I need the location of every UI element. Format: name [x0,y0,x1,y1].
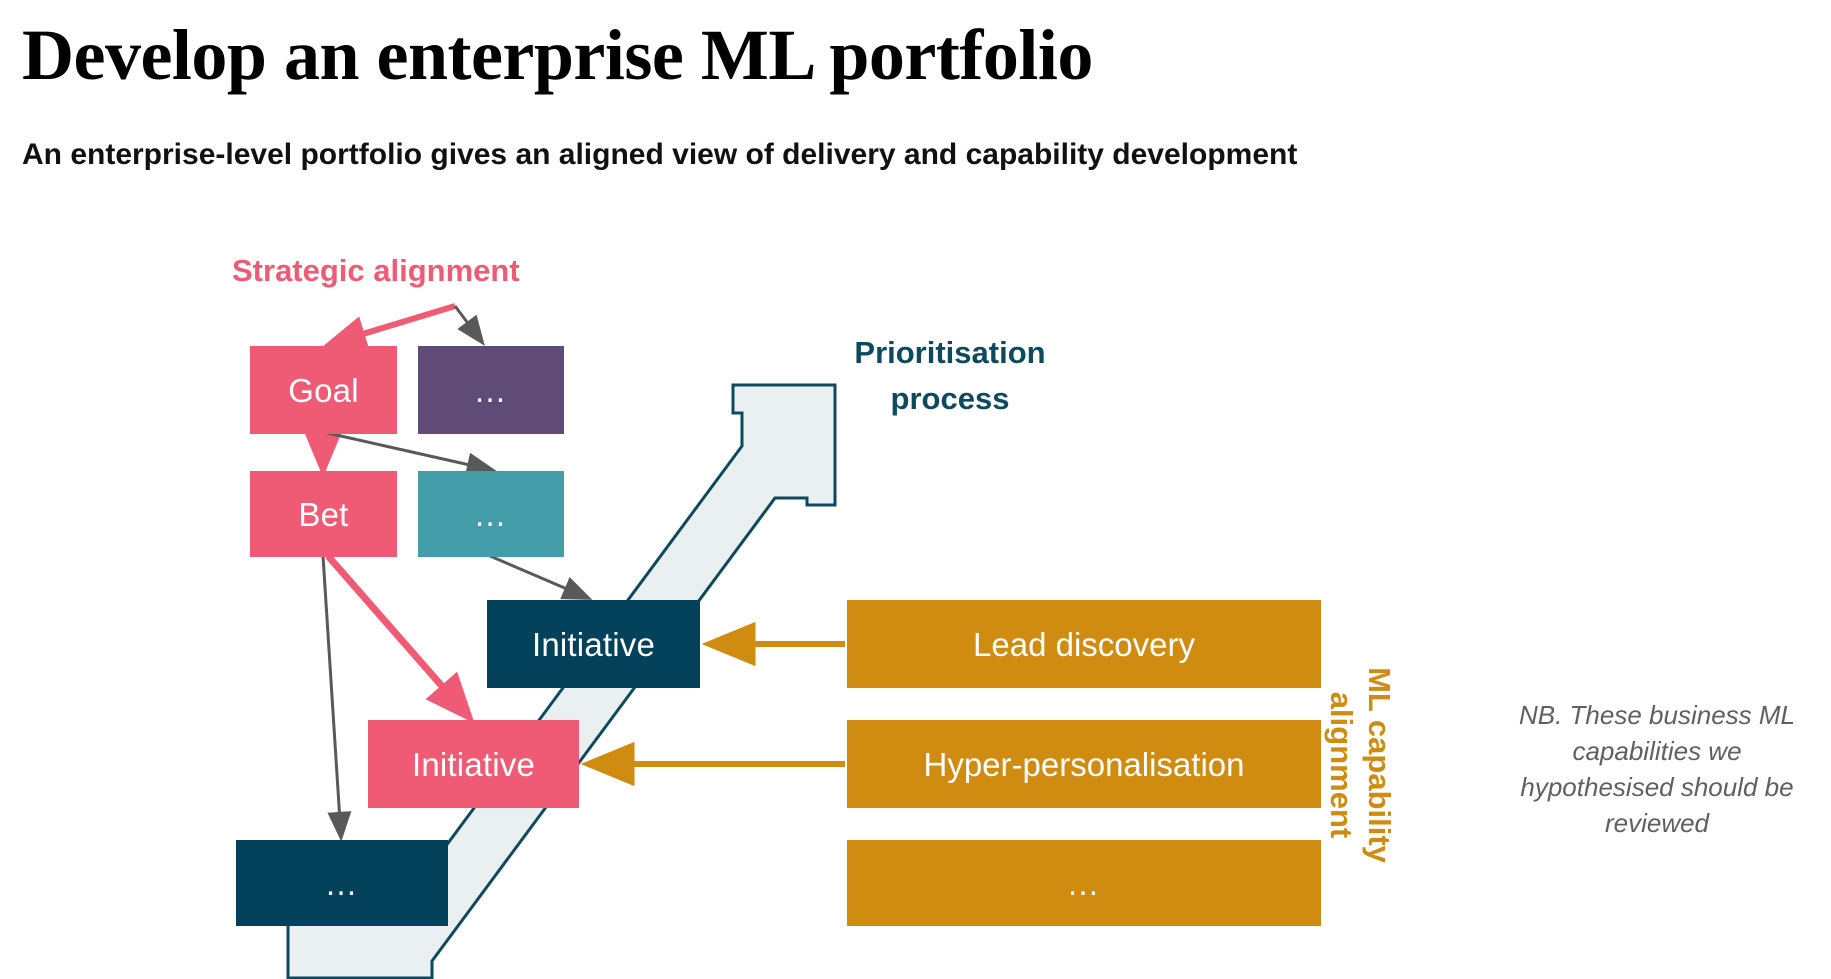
node-initiative-1[interactable]: Initiative [487,600,700,688]
label-prioritisation-process: Prioritisation process [854,335,1046,416]
label-ml-capability-alignment: ML capability alignment [1324,667,1397,863]
connector-goal-to-betmore [322,430,497,477]
connector-strategic-to-goalmore [453,305,485,346]
connector-betmore-to-initiative [489,554,593,600]
node-goal-more[interactable]: … [418,346,564,434]
capability-lead-discovery[interactable]: Lead discovery [847,600,1321,688]
note-ml-capabilities: NB. These business ML capabilities we hy… [1518,700,1795,838]
connector-bet-to-initiativemore [321,555,352,842]
capability-more[interactable]: … [847,840,1321,926]
page-subtitle: An enterprise-level portfolio gives an a… [22,138,1298,171]
page-title: Develop an enterprise ML portfolio [22,15,1093,95]
node-initiative-2[interactable]: Initiative [368,720,579,808]
node-bet[interactable]: Bet [250,471,397,557]
node-initiative-more[interactable]: … [236,840,448,926]
node-bet-more[interactable]: … [418,471,564,557]
connector-bet-to-initiative2 [325,553,475,724]
connector-strategic-to-goal [323,303,456,351]
capability-hyper-personalisation[interactable]: Hyper-personalisation [847,720,1321,808]
slide-canvas: Develop an enterprise ML portfolio An en… [0,0,1831,979]
node-goal[interactable]: Goal [250,346,397,434]
label-strategic-alignment: Strategic alignment [232,253,520,288]
